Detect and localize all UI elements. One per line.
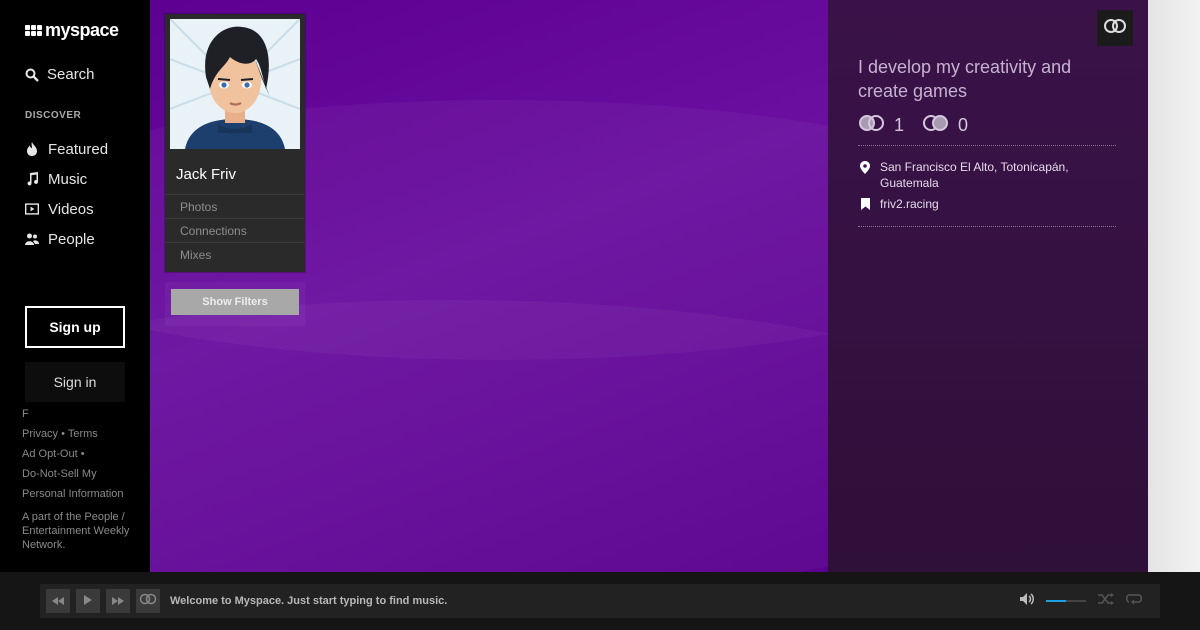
discover-nav: Featured Music Videos People (25, 134, 108, 254)
nav-item-people[interactable]: People (25, 224, 108, 254)
personal-information-link[interactable]: Personal Information (22, 488, 124, 500)
profile-info-panel: I develop my creativity and create games… (828, 0, 1148, 572)
filters-container: Show Filters (165, 282, 305, 326)
nav-item-label: People (48, 230, 95, 248)
footer-links: F PrivacyTerms Ad Opt-Out • Do-Not-Sell … (22, 404, 134, 504)
location-text: San Francisco El Alto, Totonicapán, Guat… (880, 160, 1069, 190)
profile-avatar[interactable] (170, 19, 300, 149)
background-wave (150, 300, 828, 572)
connections-out-count: 0 (958, 115, 969, 135)
sign-up-button[interactable]: Sign up (25, 306, 125, 348)
bookmark-icon (858, 197, 872, 211)
connect-button[interactable] (1097, 10, 1133, 46)
info-divider (858, 226, 1116, 227)
search-icon (25, 68, 39, 82)
play-button[interactable] (76, 589, 100, 613)
shuffle-icon[interactable] (1098, 592, 1114, 610)
connections-in-icon (858, 114, 886, 137)
nav-item-featured[interactable]: Featured (25, 134, 108, 164)
connect-track-button[interactable] (136, 589, 160, 613)
logo-text: myspace (45, 20, 119, 40)
location-pin-icon (858, 160, 872, 174)
people-icon (25, 232, 39, 246)
sidebar: myspace Search DISCOVER Featured Music V… (0, 0, 150, 572)
repeat-icon[interactable] (1125, 592, 1143, 610)
nav-item-label: Music (48, 170, 88, 188)
play-icon (84, 592, 92, 610)
profile-link-photos[interactable]: Photos (165, 194, 305, 218)
location-row: San Francisco El Alto, Totonicapán, Guat… (858, 159, 1090, 191)
nav-item-videos[interactable]: Videos (25, 194, 108, 224)
connect-icon (139, 592, 157, 610)
connections-out[interactable]: 0 (922, 114, 968, 137)
connection-stats: 1 0 (858, 114, 968, 137)
volume-slider[interactable] (1046, 600, 1086, 602)
info-divider (858, 145, 1116, 146)
profile-background: Jack Friv Photos Connections Mixes Show … (150, 0, 828, 572)
fast-forward-icon (112, 592, 124, 610)
connections-in[interactable]: 1 (858, 114, 904, 137)
flame-icon (25, 142, 39, 156)
connections-in-count: 1 (894, 115, 905, 135)
discover-heading: DISCOVER (25, 110, 82, 121)
fast-forward-button[interactable] (106, 589, 130, 613)
rewind-icon (52, 592, 64, 610)
profile-links: Photos Connections Mixes (165, 194, 305, 266)
profile-bio: I develop my creativity and create games (858, 57, 1072, 101)
website-link[interactable]: friv2.racing (880, 196, 939, 212)
nav-item-music[interactable]: Music (25, 164, 108, 194)
do-not-sell-link[interactable]: Do-Not-Sell My (22, 468, 97, 480)
volume-level (1046, 600, 1066, 602)
footer-partial-line: F (22, 408, 29, 420)
privacy-link[interactable]: Privacy (22, 428, 58, 440)
player-right-controls (1020, 584, 1143, 618)
search-label: Search (47, 66, 95, 83)
myspace-logo[interactable]: myspace (25, 20, 119, 41)
page-edge (1148, 0, 1200, 572)
music-player: Welcome to Myspace. Just start typing to… (0, 572, 1200, 630)
sign-in-button[interactable]: Sign in (25, 362, 125, 402)
profile-link-mixes[interactable]: Mixes (165, 242, 305, 266)
connections-out-icon (922, 114, 950, 137)
profile-name: Jack Friv (176, 166, 236, 183)
music-note-icon (25, 172, 39, 186)
ad-opt-out-link[interactable]: Ad Opt-Out (22, 448, 78, 460)
show-filters-button[interactable]: Show Filters (171, 289, 299, 315)
volume-icon[interactable] (1020, 592, 1034, 610)
profile-link-connections[interactable]: Connections (165, 218, 305, 242)
search-button[interactable]: Search (25, 66, 95, 83)
rewind-button[interactable] (46, 589, 70, 613)
profile-card: Jack Friv Photos Connections Mixes (165, 14, 305, 272)
connect-icon (1103, 18, 1127, 39)
terms-link[interactable]: Terms (58, 428, 98, 440)
nav-item-label: Featured (48, 140, 109, 158)
player-message: Welcome to Myspace. Just start typing to… (170, 595, 448, 607)
nav-item-label: Videos (48, 200, 94, 218)
video-icon (25, 202, 39, 216)
logo-dots-icon (25, 25, 42, 36)
network-note: A part of the People / Entertainment Wee… (22, 511, 130, 551)
website-row: friv2.racing (858, 196, 939, 212)
player-controls: Welcome to Myspace. Just start typing to… (40, 584, 1160, 618)
